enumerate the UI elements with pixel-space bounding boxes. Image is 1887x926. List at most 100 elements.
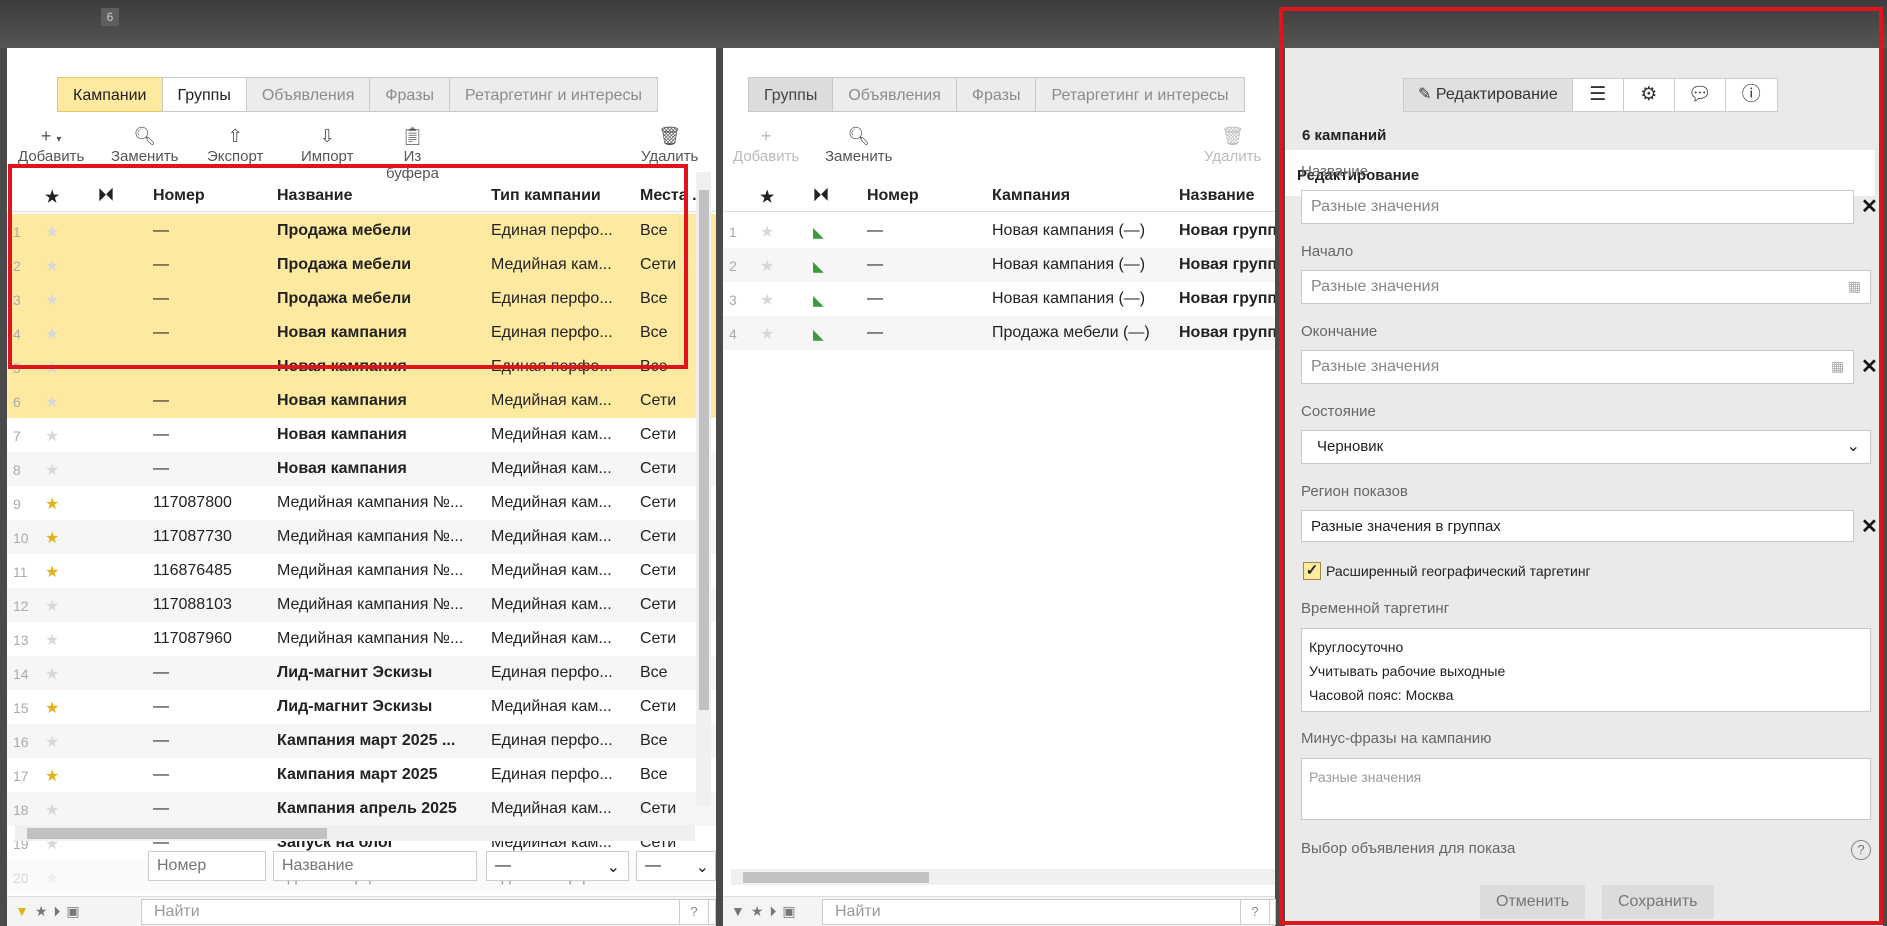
name-filter-input[interactable] (273, 851, 477, 881)
star-icon[interactable]: ★ (45, 494, 59, 514)
search-help-button[interactable]: ? (1240, 899, 1270, 925)
groups-horizontal-scrollbar[interactable] (731, 869, 1275, 885)
column-name[interactable]: Название (1179, 187, 1255, 205)
row-number: 3 (13, 292, 21, 308)
star-icon[interactable]: ★ (45, 324, 59, 344)
add-button[interactable]: + Добавить (733, 124, 799, 165)
campaign-name: Кампания март 2025 ... (277, 732, 456, 749)
table-row[interactable]: 16★✕—Кампания март 2025 ...Единая перфо.… (7, 724, 716, 758)
star-icon[interactable]: ★ (45, 698, 59, 718)
star-icon[interactable]: ★ (45, 630, 59, 650)
star-icon[interactable]: ★ (45, 222, 59, 242)
type-filter-select[interactable]: — ⌄ (486, 851, 629, 881)
places-filter-select[interactable]: — ⌄ (636, 851, 716, 881)
star-icon[interactable]: ★ (760, 256, 774, 276)
table-row[interactable]: 14★✕—Лид-магнит ЭскизыЕдиная перфо...Все (7, 656, 716, 690)
export-button[interactable]: ⇧ Экспорт (207, 124, 263, 165)
tab-groups[interactable]: Группы (161, 77, 247, 112)
star-icon[interactable]: ★ (45, 664, 59, 684)
tab-groups[interactable]: Группы (748, 77, 834, 112)
add-button[interactable]: + ▾ Добавить (18, 124, 84, 165)
table-row[interactable]: 6★✕—Новая кампанияМедийная кам...Сети (7, 384, 716, 418)
star-icon[interactable]: ★ (45, 596, 59, 616)
delete-button[interactable]: 🗑︎ Удалить (641, 124, 698, 165)
search-icon: 🔍︎ (133, 126, 157, 146)
number-filter-input[interactable] (148, 851, 266, 881)
table-row[interactable]: 18★✕—Кампания апрель 2025Медийная кам...… (7, 792, 716, 826)
tab-phrases[interactable]: Фразы (369, 77, 450, 112)
table-row[interactable]: 5★◣—Новая кампанияЕдиная перфо...Все (7, 350, 716, 384)
campaigns-vertical-scrollbar[interactable] (696, 172, 711, 806)
delete-button[interactable]: 🗑︎ Удалить (1204, 124, 1261, 165)
column-star[interactable]: ★ (760, 187, 774, 207)
star-icon[interactable]: ★ (45, 766, 59, 786)
star-icon[interactable]: ★ (45, 460, 59, 480)
table-row[interactable]: 11 ★ 116876485 Медийная кампания №... Медийн… (7, 554, 716, 588)
replace-button[interactable]: 🔍︎ Заменить (111, 124, 178, 165)
search-help-button[interactable]: ? (679, 899, 709, 925)
star-icon[interactable]: ★ (45, 392, 59, 412)
tab-campaigns[interactable]: Кампании (57, 77, 163, 112)
tab-ads[interactable]: Объявления (832, 77, 957, 112)
campaign-number: — (153, 800, 169, 817)
table-row[interactable]: 2★◣—Продажа мебелиМедийная кам...Сети (7, 248, 716, 282)
tab-phrases[interactable]: Фразы (955, 77, 1037, 112)
table-row[interactable]: 9 ★ 117087800 Медийная кампания №... Медийна… (7, 486, 716, 520)
groups-search-input[interactable]: Найти (822, 899, 1276, 925)
column-number[interactable]: Номер (153, 187, 205, 205)
filter-icons[interactable]: ▼★⏵▣ (15, 903, 86, 920)
star-icon[interactable]: ★ (45, 732, 59, 752)
filter-icons[interactable]: ▼★⏵▣ (731, 903, 802, 920)
table-row[interactable]: 15★✕—Лид-магнит ЭскизыМедийная кам...Сет… (7, 690, 716, 724)
table-row[interactable]: 12 ★ 117088103 Медийная кампания №... Медийн… (7, 588, 716, 622)
scroll-thumb[interactable] (699, 190, 709, 710)
plus-icon: + (760, 126, 772, 146)
scroll-thumb[interactable] (743, 872, 929, 883)
table-row[interactable]: 10 ★ 117087730 Медийная кампания №... Медийн… (7, 520, 716, 554)
tab-ads[interactable]: Объявления (245, 77, 371, 112)
filter-icon[interactable]: ▼ (15, 903, 35, 919)
table-row[interactable]: 2 ★ ◣ — Новая кампания (—) Новая групп (723, 248, 1275, 282)
table-row[interactable]: 1★◣—Продажа мебелиЕдиная перфо...Все (7, 214, 716, 248)
column-number[interactable]: Номер (867, 187, 919, 205)
scroll-thumb[interactable] (27, 828, 327, 839)
column-status-icon[interactable]: ⏵⏴ (98, 187, 114, 205)
campaign-type: Единая перфо... (491, 766, 613, 783)
star-icon[interactable]: ★ (45, 358, 59, 378)
star-icon[interactable]: ★ (45, 868, 59, 888)
campaigns-search-input[interactable]: Найти (141, 899, 716, 925)
table-row[interactable]: 3★◣—Продажа мебелиЕдиная перфо...Все (7, 282, 716, 316)
table-row[interactable]: 7★✕—Новая кампанияМедийная кам...Сети (7, 418, 716, 452)
star-icon[interactable]: ★ (45, 426, 59, 446)
table-row[interactable]: 3 ★ ◣ — Новая кампания (—) Новая групп (723, 282, 1275, 316)
active-flag-icon: ◣ (813, 326, 824, 342)
star-icon[interactable]: ★ (45, 256, 59, 276)
star-icon[interactable]: ★ (760, 222, 774, 242)
column-name[interactable]: Название (277, 187, 353, 205)
table-row[interactable]: 1 ★ ◣ — Новая кампания (—) Новая групп (723, 214, 1275, 248)
tab-retargeting[interactable]: Ретаргетинг и интересы (1035, 77, 1245, 112)
star-icon[interactable]: ★ (45, 562, 59, 582)
paste-from-buffer-button[interactable]: 📋︎ Из буфера (386, 124, 439, 182)
table-row[interactable]: 4 ★ ◣ — Продажа мебели (—) Новая групп (723, 316, 1275, 350)
column-star[interactable]: ★ (45, 187, 59, 207)
table-row[interactable]: 17★✕—Кампания март 2025Единая перфо...Вс… (7, 758, 716, 792)
star-icon[interactable]: ★ (45, 528, 59, 548)
tab-retargeting[interactable]: Ретаргетинг и интересы (448, 77, 658, 112)
campaign-name: Новая кампания (277, 392, 407, 409)
campaigns-horizontal-scrollbar[interactable] (15, 825, 695, 841)
table-row[interactable]: 13 ★ 117087960 Медийная кампания №... Медийн… (7, 622, 716, 656)
star-icon[interactable]: ★ (760, 290, 774, 310)
table-row[interactable]: 4★◣—Новая кампанияЕдиная перфо...Все (7, 316, 716, 350)
star-icon[interactable]: ★ (45, 290, 59, 310)
import-button[interactable]: ⇩ Импорт (301, 124, 353, 165)
row-number: 18 (13, 802, 29, 818)
replace-button[interactable]: 🔍︎ Заменить (825, 124, 892, 165)
star-icon[interactable]: ★ (760, 324, 774, 344)
column-campaign-type[interactable]: Тип кампании (491, 187, 601, 205)
star-icon[interactable]: ★ (45, 800, 59, 820)
row-number: 12 (13, 598, 29, 614)
column-status-icon[interactable]: ⏵⏴ (813, 187, 829, 205)
table-row[interactable]: 8★✕—Новая кампанияМедийная кам...Сети (7, 452, 716, 486)
column-campaign[interactable]: Кампания (992, 187, 1070, 205)
